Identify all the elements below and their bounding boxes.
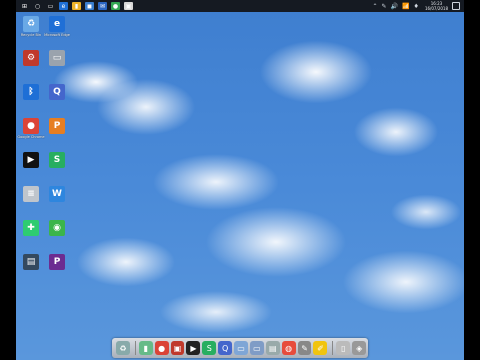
document-icon: ≡	[23, 186, 39, 202]
android-tool-icon: ◉	[49, 220, 65, 236]
dock-pen-icon[interactable]: ✐	[313, 341, 328, 355]
app-icon[interactable]: ▣	[124, 2, 133, 10]
dock-separator	[332, 341, 334, 355]
edge-desktop-icon: e	[49, 16, 65, 32]
presentation-icon: P	[49, 118, 65, 134]
mail-icon[interactable]: ✉	[98, 2, 107, 10]
flash-drive-icon: ▭	[49, 50, 65, 66]
edge-icon[interactable]: e	[59, 2, 68, 10]
sky-wallpaper	[16, 12, 464, 360]
app-dock: ♻ ▮ ● ▣ ▶ S Q ▭ ▭ ▤ ◍ ✎ ✐ ▯ ◈	[112, 338, 368, 358]
dock-folder3-icon[interactable]: ▭	[249, 341, 264, 355]
windows-tool-icon: ▤	[23, 254, 39, 270]
search-icon[interactable]: ○	[33, 2, 42, 10]
start-icon[interactable]: ⊞	[20, 2, 29, 10]
file-explorer-icon[interactable]: ▮	[72, 2, 81, 10]
clock[interactable]: 16:23 16/07/2018	[425, 1, 448, 11]
chrome-icon[interactable]: ●	[111, 2, 120, 10]
tray-icon-3[interactable]: 📶	[402, 3, 409, 10]
utility-tool-icon: ⚙	[23, 50, 39, 66]
dock-lifebuoy-icon[interactable]: ◍	[281, 341, 296, 355]
tray-icon-0[interactable]: ⌃	[373, 3, 378, 10]
sheets-app-icon: S	[49, 152, 65, 168]
dock-sheets-icon[interactable]: S	[202, 341, 217, 355]
dock-recycle-icon[interactable]: ♻	[116, 341, 130, 355]
notepad-icon: Q	[49, 84, 65, 100]
desktop-shortcut[interactable]: e Microsoft Edge	[44, 16, 70, 37]
chart-app-icon: W	[49, 186, 65, 202]
desktop-shortcut[interactable]: ◉	[44, 220, 70, 236]
desktop-shortcut[interactable]: ✚	[18, 220, 44, 236]
dock-system-icon[interactable]: ◈	[352, 341, 367, 355]
desktop-shortcut[interactable]: W	[44, 186, 70, 202]
store-icon[interactable]: ◼	[85, 2, 94, 10]
desktop-shortcut[interactable]: ▤	[18, 254, 44, 270]
desktop-shortcut[interactable]: ▶	[18, 152, 44, 168]
desktop-shortcut[interactable]: ᛒ	[18, 84, 44, 100]
bluetooth-icon: ᛒ	[23, 84, 39, 100]
desktop-shortcut-label: Recycle Bin	[20, 33, 42, 37]
taskbar: ⊞ ○ ▭ e ▮ ◼ ✉ ● ▣ ⌃ ✎ 🔊 📶 ♦ 16:23 16/07/2018	[16, 0, 464, 12]
editor-icon: P	[49, 254, 65, 270]
recycle-bin-icon: ♻	[23, 16, 39, 32]
dock-separator	[134, 341, 136, 355]
dock-media-icon[interactable]: ▶	[186, 341, 201, 355]
tray-icon-2[interactable]: 🔊	[391, 3, 398, 10]
dock-tools-icon[interactable]: ✎	[297, 341, 312, 355]
dock-drive-icon[interactable]: ▤	[265, 341, 280, 355]
dock-folder-icon[interactable]: ▮	[138, 341, 153, 355]
taskbar-icons: ⊞ ○ ▭ e ▮ ◼ ✉ ● ▣	[16, 2, 133, 10]
desktop-shortcut[interactable]: P	[44, 118, 70, 134]
desktop-shortcut[interactable]: P	[44, 254, 70, 270]
desktop-shortcut[interactable]: Q	[44, 84, 70, 100]
media-player-icon: ▶	[23, 152, 39, 168]
dock-app-icon[interactable]: ▣	[170, 341, 185, 355]
task-view-icon[interactable]: ▭	[46, 2, 55, 10]
system-tray: ⌃ ✎ 🔊 📶 ♦ 16:23 16/07/2018	[371, 0, 464, 12]
desktop-shortcut[interactable]: S	[44, 152, 70, 168]
dock-folder2-icon[interactable]: ▭	[234, 341, 248, 355]
desktop-shortcut[interactable]: ♻ Recycle Bin	[18, 16, 44, 37]
desktop-shortcut[interactable]: ≡	[18, 186, 44, 202]
desktop-screen: ⊞ ○ ▭ e ▮ ◼ ✉ ● ▣ ⌃ ✎ 🔊 📶 ♦ 16:23 16/07/2018 ♻ Recycl…	[16, 0, 464, 360]
dock-q-icon[interactable]: Q	[218, 341, 233, 355]
desktop-shortcut[interactable]: ▭	[44, 50, 70, 66]
desktop-shortcut-label: Google Chrome	[17, 135, 45, 139]
notification-center-icon[interactable]	[452, 2, 460, 10]
tray-icon-4[interactable]: ♦	[414, 3, 419, 10]
tray-icon-1[interactable]: ✎	[382, 3, 387, 10]
dock-doc-icon[interactable]: ▯	[336, 341, 351, 355]
desktop-shortcut-label: Microsoft Edge	[44, 33, 70, 37]
tray-icons: ⌃ ✎ 🔊 📶 ♦	[371, 3, 421, 10]
chrome-desktop-icon: ●	[23, 118, 39, 134]
desktop-shortcut[interactable]: ⚙	[18, 50, 44, 66]
dock-chrome-icon[interactable]: ●	[154, 341, 169, 355]
green-app-icon: ✚	[23, 220, 39, 236]
desktop-shortcut[interactable]: ● Google Chrome	[17, 118, 45, 139]
clock-date: 16/07/2018	[424, 6, 448, 11]
